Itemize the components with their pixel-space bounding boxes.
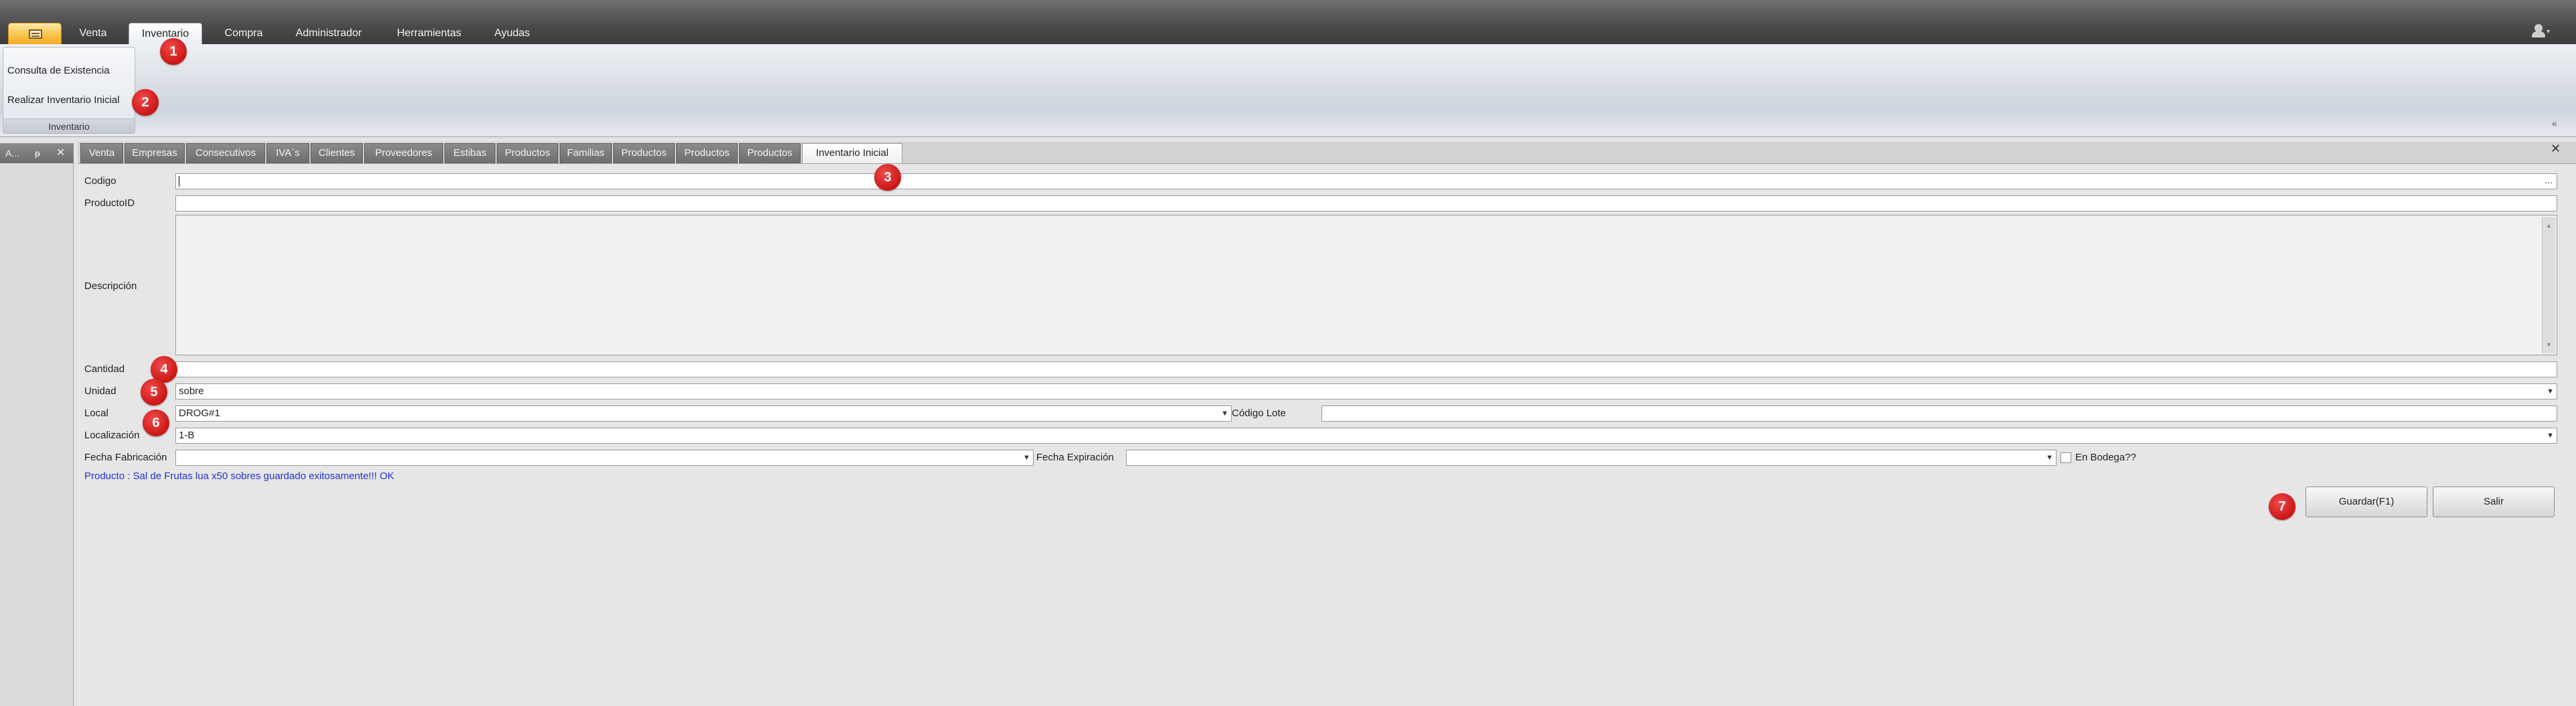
menu-tab-administrador[interactable]: Administrador bbox=[289, 23, 368, 44]
en-bodega-checkbox[interactable] bbox=[2061, 452, 2071, 463]
status-message: Producto : Sal de Frutas lua x50 sobres … bbox=[84, 470, 394, 482]
codigo-lote-input[interactable] bbox=[1321, 406, 2557, 422]
localizacion-label: Localización bbox=[84, 430, 140, 441]
menu-tab-ayudas[interactable]: Ayudas bbox=[489, 23, 536, 44]
doc-tab-proveedores[interactable]: Proveedores bbox=[364, 143, 443, 163]
en-bodega-label: En Bodega?? bbox=[2075, 452, 2136, 463]
descripcion-textarea[interactable]: ▲ ▼ bbox=[175, 215, 2557, 355]
marker-1: 1 bbox=[160, 38, 187, 65]
chevron-down-icon[interactable]: ▼ bbox=[1221, 406, 1228, 421]
doc-tab-empresas[interactable]: Empresas bbox=[125, 143, 185, 163]
doc-tab-venta[interactable]: Venta bbox=[80, 143, 123, 163]
doc-tab-productos-4[interactable]: Productos bbox=[739, 143, 801, 163]
ellipsis-icon[interactable]: ... bbox=[2545, 173, 2553, 187]
ribbon-minimize-icon[interactable]: « bbox=[2552, 118, 2557, 128]
side-dock-panel: A... ᵽ ✕ bbox=[0, 143, 74, 706]
localizacion-value: 1-B bbox=[179, 430, 195, 441]
cantidad-input[interactable] bbox=[175, 361, 2557, 377]
descripcion-scrollbar[interactable]: ▲ ▼ bbox=[2542, 217, 2555, 353]
doc-tab-inventario-inicial[interactable]: Inventario Inicial bbox=[802, 143, 902, 163]
menu-tab-herramientas[interactable]: Herramientas bbox=[391, 23, 467, 44]
doc-tab-productos-2[interactable]: Productos bbox=[613, 143, 675, 163]
unidad-label: Unidad bbox=[84, 385, 116, 397]
ribbon-group-label: Inventario bbox=[3, 118, 135, 133]
doc-tab-ivas[interactable]: IVA´s bbox=[266, 143, 309, 163]
scroll-down-icon[interactable]: ▼ bbox=[2546, 337, 2552, 352]
doc-tab-familias[interactable]: Familias bbox=[560, 143, 612, 163]
local-select[interactable]: DROG#1 ▼ bbox=[175, 406, 1232, 422]
codigo-input[interactable]: ... bbox=[175, 173, 2557, 189]
doc-tab-productos-3[interactable]: Productos bbox=[676, 143, 738, 163]
fecha-expiracion-datepicker[interactable]: ▼ bbox=[1126, 450, 2057, 466]
productoid-input[interactable] bbox=[175, 195, 2557, 211]
menu-tab-venta[interactable]: Venta bbox=[72, 23, 114, 44]
document-tab-strip: Venta Empresas Consecutivos IVA´s Client… bbox=[78, 142, 2576, 163]
marker-2: 2 bbox=[132, 89, 159, 116]
doc-tab-consecutivos[interactable]: Consecutivos bbox=[186, 143, 265, 163]
app-menu-icon bbox=[29, 29, 42, 39]
unidad-select[interactable]: sobre ▼ bbox=[175, 383, 2557, 400]
menu-tab-compra[interactable]: Compra bbox=[218, 23, 269, 44]
doc-tab-estibas[interactable]: Estibas bbox=[445, 143, 495, 163]
cantidad-label: Cantidad bbox=[84, 363, 125, 375]
codigo-label: Codigo bbox=[84, 175, 116, 187]
fecha-expiracion-label: Fecha Expiración bbox=[1036, 452, 1114, 463]
descripcion-label: Descripción bbox=[84, 280, 137, 292]
marker-6: 6 bbox=[143, 410, 169, 436]
marker-5: 5 bbox=[141, 379, 167, 406]
doc-tab-clientes[interactable]: Clientes bbox=[311, 143, 363, 163]
dock-close-icon[interactable]: ✕ bbox=[56, 143, 65, 163]
chevron-down-icon[interactable]: ▼ bbox=[2547, 428, 2554, 443]
close-document-icon[interactable]: ✕ bbox=[2551, 142, 2561, 156]
local-value: DROG#1 bbox=[179, 408, 220, 419]
chevron-down-icon[interactable]: ▼ bbox=[2547, 384, 2554, 399]
localizacion-select[interactable]: 1-B ▼ bbox=[175, 428, 2557, 444]
ribbon-item-realizar-inventario-inicial[interactable]: Realizar Inventario Inicial bbox=[7, 94, 120, 106]
salir-button[interactable]: Salir bbox=[2433, 487, 2555, 517]
ribbon-item-consulta-existencia[interactable]: Consulta de Existencia bbox=[7, 65, 110, 76]
codigo-lote-label: Código Lote bbox=[1232, 408, 1286, 419]
chevron-down-icon[interactable]: ▼ bbox=[2046, 450, 2053, 465]
inventario-inicial-form: Codigo ... ProductoID Descripción ▲ ▼ Ca… bbox=[78, 163, 2576, 706]
unidad-value: sobre bbox=[179, 385, 204, 397]
fecha-fabricacion-label: Fecha Fabricación bbox=[84, 452, 167, 463]
fecha-fabricacion-datepicker[interactable]: ▼ bbox=[175, 450, 1034, 466]
dock-header: A... ᵽ ✕ bbox=[0, 143, 74, 163]
pin-icon[interactable]: ᵽ bbox=[35, 143, 40, 163]
doc-tab-productos[interactable]: Productos bbox=[497, 143, 558, 163]
local-label: Local bbox=[84, 408, 108, 419]
productoid-label: ProductoID bbox=[84, 197, 135, 209]
ribbon-menubar: Venta Inventario Compra Administrador He… bbox=[0, 0, 2576, 44]
chevron-down-icon[interactable]: ▼ bbox=[1023, 450, 1030, 465]
ribbon-group-inventario: Consulta de Existencia Realizar Inventar… bbox=[3, 47, 135, 134]
dock-title: A... bbox=[5, 148, 20, 159]
user-icon[interactable]: ▾ bbox=[2532, 24, 2551, 37]
scroll-up-icon[interactable]: ▲ bbox=[2546, 218, 2552, 233]
marker-3: 3 bbox=[874, 164, 901, 191]
app-menu-button[interactable] bbox=[8, 23, 62, 44]
guardar-button[interactable]: Guardar(F1) bbox=[2306, 487, 2427, 517]
marker-7: 7 bbox=[2269, 493, 2296, 520]
ribbon-panel: Consulta de Existencia Realizar Inventar… bbox=[0, 44, 2576, 137]
